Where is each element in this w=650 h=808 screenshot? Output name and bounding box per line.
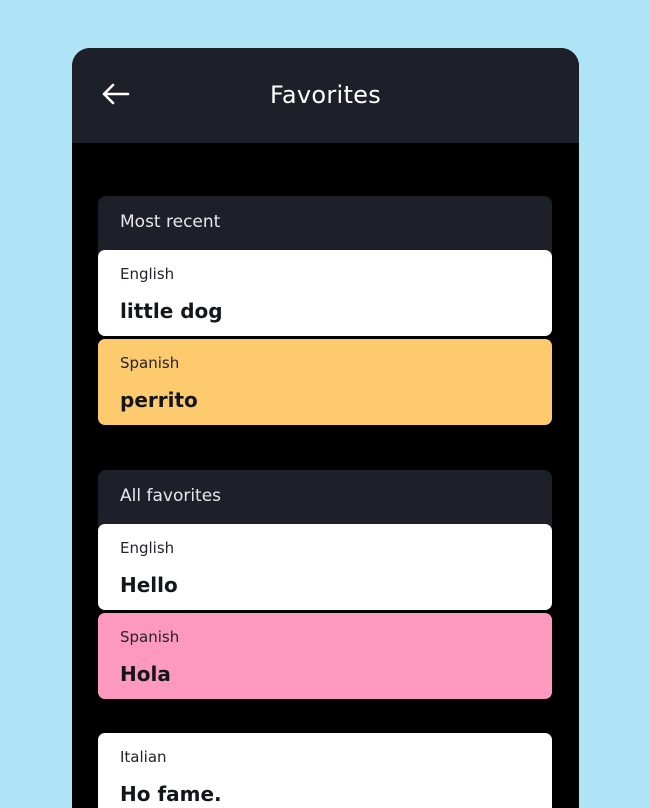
card-word: Ho fame. [120, 782, 222, 806]
card-word: Hello [120, 573, 178, 597]
card-word: little dog [120, 299, 223, 323]
app-header: Favorites [72, 48, 579, 143]
card-language: Spanish [120, 354, 180, 372]
section-label: All favorites [98, 470, 552, 532]
section-label: Most recent [98, 196, 552, 258]
card-language: English [120, 265, 175, 283]
page-title: Favorites [269, 81, 382, 109]
favorite-card-spanish[interactable]: Spanish Hola [98, 613, 552, 699]
favorite-card-english[interactable]: English little dog [98, 250, 552, 336]
card-language: Spanish [120, 628, 180, 646]
favorite-card-italian[interactable]: Italian Ho fame. [98, 733, 552, 808]
card-word: perrito [120, 388, 198, 412]
all-favorites-section: All favorites English Hello Spanish Hola [98, 470, 552, 699]
favorites-list-continued: Italian Ho fame. [98, 733, 552, 808]
app-screen: Favorites Most recent English little dog… [72, 48, 579, 808]
card-language: Italian [120, 748, 167, 766]
card-language: English [120, 539, 175, 557]
most-recent-section: Most recent English little dog Spanish p… [98, 196, 552, 425]
favorite-card-spanish[interactable]: Spanish perrito [98, 339, 552, 425]
card-word: Hola [120, 662, 171, 686]
favorite-card-english[interactable]: English Hello [98, 524, 552, 610]
